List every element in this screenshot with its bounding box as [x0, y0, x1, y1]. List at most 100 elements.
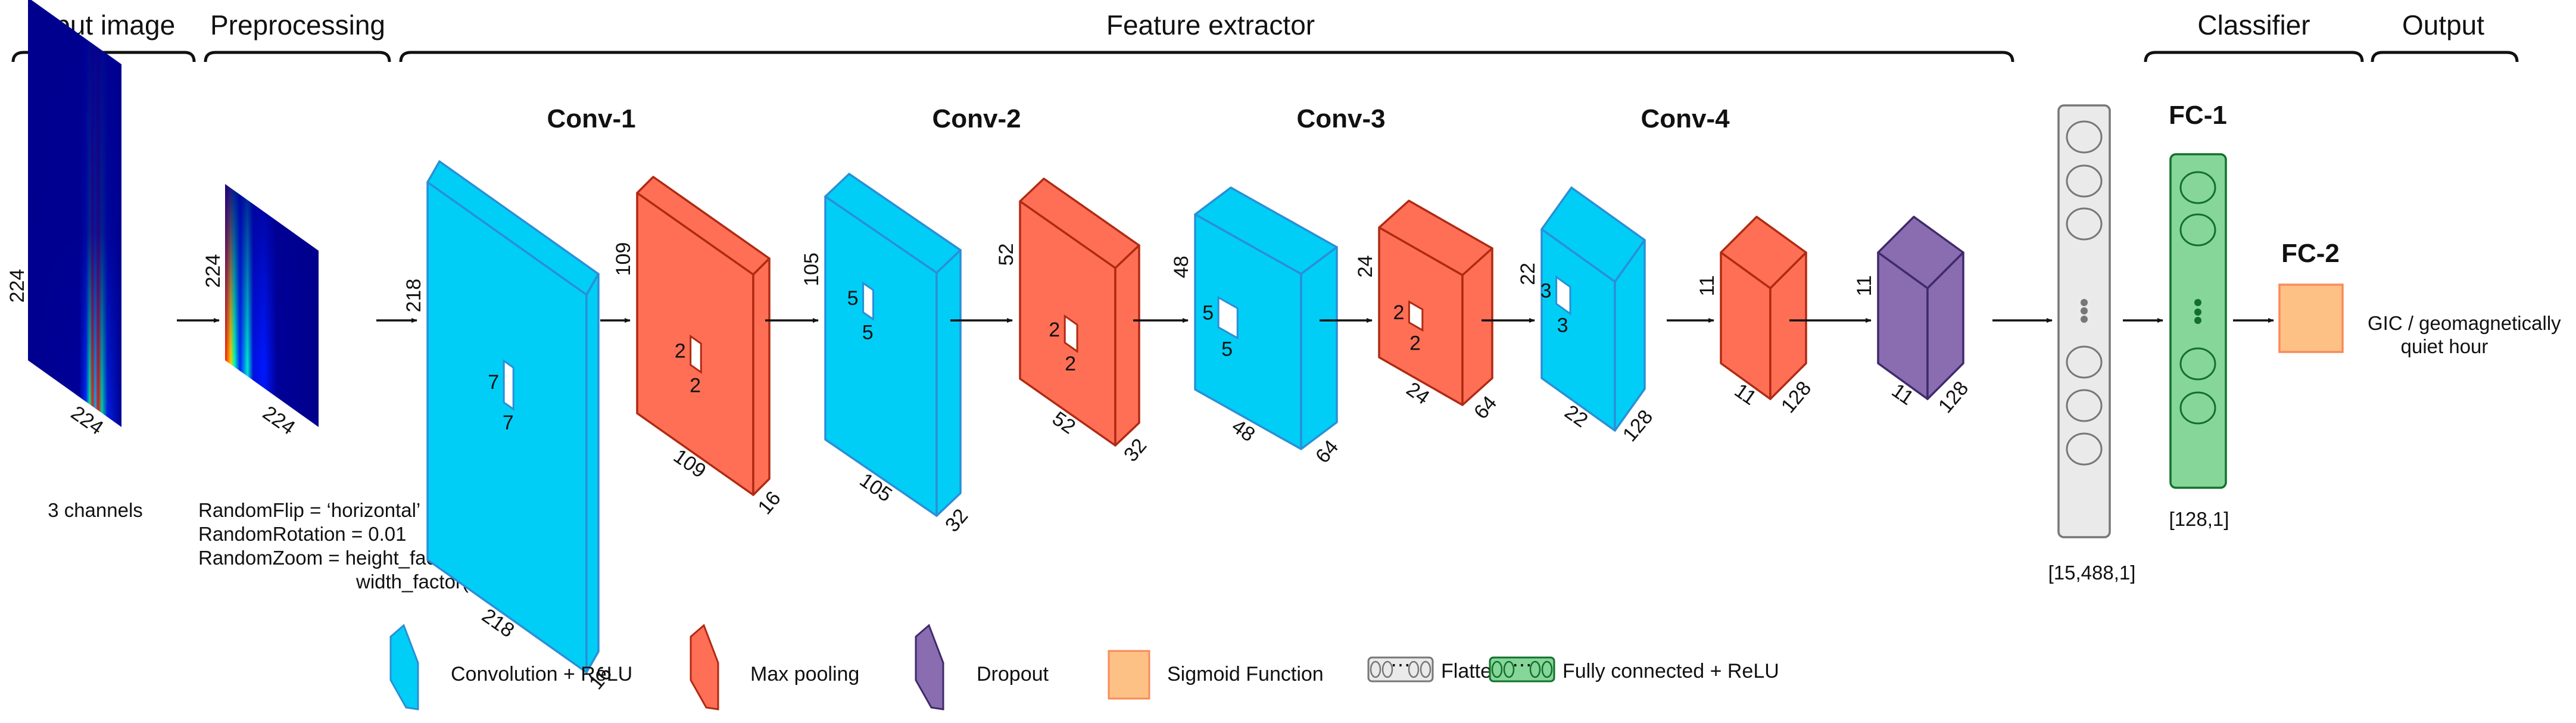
flatten-layer: [15,488,1]	[2048, 104, 2136, 584]
layer-side-face	[935, 249, 962, 517]
kernel-size-label-1: 7	[488, 371, 499, 394]
legend-ellipsis: ⋯	[1390, 654, 1411, 677]
fc2-sigmoid-box	[2278, 283, 2344, 353]
kernel-size-label-1: 2	[1393, 301, 1404, 324]
flatten-ellipsis-dot	[2081, 316, 2088, 323]
legend-item-fc: ⋯ Fully connected + ReLU	[1489, 654, 1779, 683]
layer-height-label: 11	[1696, 275, 1719, 296]
header-output: Output	[2402, 10, 2484, 40]
kernel-size-label-2: 7	[503, 412, 514, 434]
kernel-window	[503, 359, 514, 411]
layer-2-pool: 1091091622	[612, 176, 785, 519]
kernel-size-label-1: 2	[1049, 319, 1060, 341]
block-title-conv2: Conv-2	[932, 104, 1021, 133]
legend-dropout-swatch	[915, 624, 944, 710]
fc1-shape-label: [128,1]	[2169, 508, 2229, 530]
preprocessing-param-rotation: RandomRotation = 0.01	[198, 523, 406, 545]
layer-4-pool: 52523222	[995, 177, 1151, 466]
brace-output	[2371, 51, 2519, 63]
kernel-size-label-2: 2	[1409, 332, 1421, 354]
fc1-title: FC-1	[2169, 101, 2227, 130]
output-text-line1: GIC / geomagnetically	[2368, 312, 2561, 334]
input-caption: 3 channels	[48, 499, 143, 521]
kernel-size-label-1: 5	[847, 287, 859, 310]
layer-depth-label: 16	[753, 487, 785, 519]
kernel-size-label-2: 5	[862, 322, 874, 344]
output-label: GIC / geomagnetically quiet hour	[2368, 312, 2561, 357]
legend-item-flatten: ⋯ Flatten	[1367, 654, 1503, 683]
layer-height-label: 11	[1853, 275, 1876, 296]
brace-preprocessing	[204, 51, 391, 63]
flatten-shape-label: [15,488,1]	[2048, 562, 2136, 584]
legend-sigmoid-swatch	[1108, 650, 1150, 700]
layer-side-face	[752, 257, 771, 496]
layer-1-conv: 2182181677	[403, 160, 616, 694]
section-headers: Input image Preprocessing Feature extrac…	[11, 10, 2519, 63]
legend-item-dropout: Dropout	[915, 624, 1049, 710]
layer-depth-label: 32	[1119, 434, 1151, 466]
layer-9-dropout: 1111 128	[1853, 216, 1973, 417]
legend-item-pool: Max pooling	[690, 624, 859, 710]
input-spectrogram-shade	[28, 0, 121, 427]
brace-feature-extractor	[399, 51, 2014, 63]
block-title-conv4: Conv-4	[1641, 104, 1730, 133]
layer-side-face	[1114, 244, 1140, 447]
legend-item-sigmoid: Sigmoid Function	[1108, 650, 1324, 700]
brace-classifier	[2144, 51, 2364, 63]
layer-depth-label: 64	[1311, 436, 1343, 468]
legend-conv-swatch	[389, 624, 419, 710]
kernel-size-label-1: 3	[1540, 280, 1552, 303]
fc2-title: FC-2	[2281, 239, 2340, 268]
block-titles: Conv-1 Conv-2 Conv-3 Conv-4	[547, 104, 1730, 133]
layer-side-face	[1461, 247, 1493, 406]
flatten-ellipsis-dot	[2081, 307, 2088, 314]
layer-height-label: 109	[612, 242, 635, 276]
layer-7-conv: 2222 12833	[1517, 186, 1657, 446]
kernel-size-label-2: 2	[690, 374, 701, 397]
legend-sigmoid-label: Sigmoid Function	[1167, 663, 1324, 685]
kernel-size-label-2: 2	[1065, 353, 1076, 375]
layer-6-pool: 2424 6422	[1354, 200, 1501, 423]
layer-height-label: 24	[1354, 255, 1377, 278]
kernel-window	[862, 281, 874, 321]
layer-height-label: 22	[1517, 263, 1539, 285]
layer-depth-label: 32	[941, 504, 972, 536]
kernel-size-label-2: 5	[1221, 338, 1233, 361]
layer-8-pool: 1111 128	[1696, 216, 1816, 417]
feature-extractor-layers: 2182181677109109162210510532555252322248…	[403, 160, 1973, 694]
legend-fc-label: Fully connected + ReLU	[1563, 660, 1779, 683]
legend-dropout-label: Dropout	[977, 663, 1049, 685]
layer-3-conv: 1051053255	[800, 173, 972, 537]
legend-ellipsis: ⋯	[1512, 654, 1532, 677]
kernel-window	[690, 334, 702, 374]
header-feature-extractor: Feature extractor	[1106, 10, 1315, 40]
preprocessing-height-label: 224	[202, 254, 224, 288]
layer-height-label: 105	[800, 253, 823, 286]
legend-conv-label: Convolution + ReLU	[451, 663, 632, 685]
layer-depth-label: 64	[1470, 392, 1501, 423]
header-classifier: Classifier	[2197, 10, 2310, 40]
fc1-layer: FC-1 [128,1]	[2169, 101, 2229, 530]
header-preprocessing: Preprocessing	[210, 10, 385, 40]
kernel-size-label-2: 3	[1557, 314, 1568, 337]
kernel-size-label-1: 5	[1202, 302, 1214, 325]
layer-height-label: 48	[1170, 255, 1193, 278]
block-title-conv1: Conv-1	[547, 104, 635, 133]
fc1-ellipsis-dot	[2194, 299, 2201, 306]
legend-pool-label: Max pooling	[750, 663, 859, 685]
input-height-label: 224	[6, 269, 29, 303]
layer-5-conv: 48486455	[1170, 186, 1343, 468]
output-text-line2: quiet hour	[2401, 335, 2488, 357]
layer-height-label: 52	[995, 243, 1018, 266]
cnn-architecture-diagram: Input image Preprocessing Feature extrac…	[6, 0, 2561, 710]
layer-height-label: 218	[403, 279, 425, 313]
fc1-ellipsis-dot	[2194, 308, 2201, 316]
block-title-conv3: Conv-3	[1296, 104, 1385, 133]
fc1-ellipsis-dot	[2194, 317, 2201, 324]
kernel-size-label-1: 2	[675, 340, 686, 363]
layer-side-face	[1300, 246, 1338, 450]
flatten-ellipsis-dot	[2081, 299, 2088, 306]
input-image: 224 224 3 channels	[6, 0, 143, 521]
preprocessing-spectrogram-shade	[225, 184, 319, 427]
layer-side-face	[585, 273, 600, 674]
